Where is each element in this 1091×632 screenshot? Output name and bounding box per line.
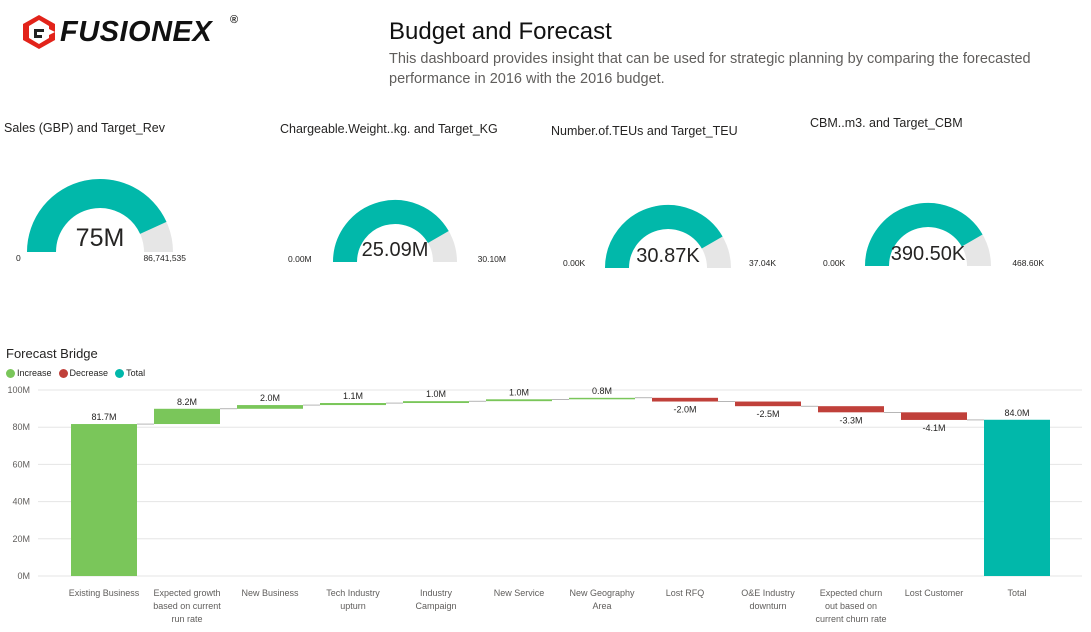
data-label: -2.0M xyxy=(673,405,696,415)
bar-decrease[interactable] xyxy=(652,397,718,402)
page-subtitle: This dashboard provides insight that can… xyxy=(389,51,1031,87)
y-tick-label: 80M xyxy=(12,422,30,432)
y-tick-label: 40M xyxy=(12,497,30,507)
bridge-legend: Increase Decrease Total xyxy=(6,368,148,378)
category-label: Industry xyxy=(420,588,453,598)
gauge-title-weight: Chargeable.Weight..kg. and Target_KG xyxy=(280,122,498,136)
data-label: 84.0M xyxy=(1004,408,1029,418)
category-label: Total xyxy=(1007,588,1026,598)
legend-label-increase: Increase xyxy=(17,368,52,378)
data-label: -2.5M xyxy=(756,409,779,419)
logo-text: FUSIONEX xyxy=(60,16,213,48)
legend-label-decrease: Decrease xyxy=(69,368,109,378)
data-label: 1.0M xyxy=(426,389,446,399)
bar-increase[interactable] xyxy=(569,397,635,400)
bar-decrease[interactable] xyxy=(735,401,801,407)
category-label: New Service xyxy=(494,588,545,598)
y-tick-label: 100M xyxy=(7,385,30,395)
category-label: Lost RFQ xyxy=(666,588,705,598)
gauge-title-teu: Number.of.TEUs and Target_TEU xyxy=(551,124,738,138)
gauge-min-label: 0 xyxy=(16,253,21,263)
data-label: 8.2M xyxy=(177,397,197,407)
gauge-title-sales: Sales (GBP) and Target_Rev xyxy=(4,121,165,135)
category-label: based on current xyxy=(153,601,221,611)
gauge-chargeable-weight[interactable]: 25.09M 0.00M 30.10M xyxy=(270,178,520,273)
bar-increase[interactable] xyxy=(320,403,386,406)
category-label: Expected growth xyxy=(153,588,220,598)
gauge-value: 75M xyxy=(76,224,125,252)
category-label: Area xyxy=(592,601,611,611)
gauge-max-label: 30.10M xyxy=(478,254,506,264)
category-label: out based on xyxy=(825,601,877,611)
category-label: Lost Customer xyxy=(905,588,964,598)
legend-dot-total xyxy=(115,368,125,378)
bar-increase[interactable] xyxy=(237,405,303,409)
logo-registered-mark: ® xyxy=(230,14,239,26)
company-logo: FUSIONEX ® xyxy=(22,12,244,52)
bar-increase[interactable] xyxy=(486,399,552,402)
data-label: 0.8M xyxy=(592,386,612,396)
y-tick-label: 20M xyxy=(12,534,30,544)
legend-dot-decrease xyxy=(58,368,68,378)
legend-item-total[interactable]: Total xyxy=(115,368,145,378)
gauge-value: 390.50K xyxy=(891,243,966,265)
category-label: O&E Industry xyxy=(741,588,795,598)
gauge-max-label: 468.60K xyxy=(1012,258,1044,268)
gauge-title-cbm: CBM..m3. and Target_CBM xyxy=(810,116,963,130)
data-label: -3.3M xyxy=(839,415,862,425)
data-label: -4.1M xyxy=(922,423,945,433)
category-label: run rate xyxy=(171,614,202,624)
data-label: 2.0M xyxy=(260,393,280,403)
gauge-value: 30.87K xyxy=(636,245,700,267)
category-label: current churn rate xyxy=(815,614,886,624)
legend-item-increase[interactable]: Increase xyxy=(6,368,52,378)
legend-dot-increase xyxy=(6,368,15,378)
y-tick-label: 0M xyxy=(17,571,30,581)
bar-increase[interactable] xyxy=(154,408,220,425)
gauge-cbm[interactable]: 390.50K 0.00K 468.60K xyxy=(810,180,1060,275)
gauge-min-label: 0.00M xyxy=(288,254,312,264)
category-label: Campaign xyxy=(415,601,456,611)
category-label: Existing Business xyxy=(69,588,140,598)
forecast-bridge-chart: 0M 20M 40M 60M 80M 100M 81.7M Existing Business… xyxy=(7,385,1082,624)
logo-mark-icon xyxy=(23,15,55,49)
category-label: Tech Industry xyxy=(326,588,380,598)
category-label: New Business xyxy=(241,588,299,598)
bar-increase[interactable] xyxy=(71,424,137,576)
bar-increase[interactable] xyxy=(403,401,469,404)
gauge-min-label: 0.00K xyxy=(563,258,586,268)
gauge-max-label: 86,741,535 xyxy=(143,253,186,263)
data-label: 1.0M xyxy=(509,387,529,397)
legend-item-decrease[interactable]: Decrease xyxy=(58,368,109,378)
gauge-min-label: 0.00K xyxy=(823,258,846,268)
gauge-teus[interactable]: 30.87K 0.00K 37.04K xyxy=(550,182,800,277)
gauge-value: 25.09M xyxy=(362,239,429,261)
data-label: 81.7M xyxy=(91,412,116,422)
bar-total[interactable] xyxy=(984,419,1050,576)
bar-decrease[interactable] xyxy=(901,412,967,420)
bar-decrease[interactable] xyxy=(818,406,884,413)
gauge-sales[interactable]: 75M 0 86,741,535 xyxy=(0,160,200,270)
gauge-max-label: 37.04K xyxy=(749,258,776,268)
category-label: New Geography xyxy=(569,588,635,598)
page-title: Budget and Forecast xyxy=(389,18,612,45)
data-label: 1.1M xyxy=(343,391,363,401)
category-label: downturn xyxy=(749,601,786,611)
legend-label-total: Total xyxy=(126,368,146,378)
y-tick-label: 60M xyxy=(12,459,30,469)
category-label: upturn xyxy=(340,601,366,611)
bridge-title: Forecast Bridge xyxy=(6,346,98,361)
category-label: Expected churn xyxy=(820,588,883,598)
